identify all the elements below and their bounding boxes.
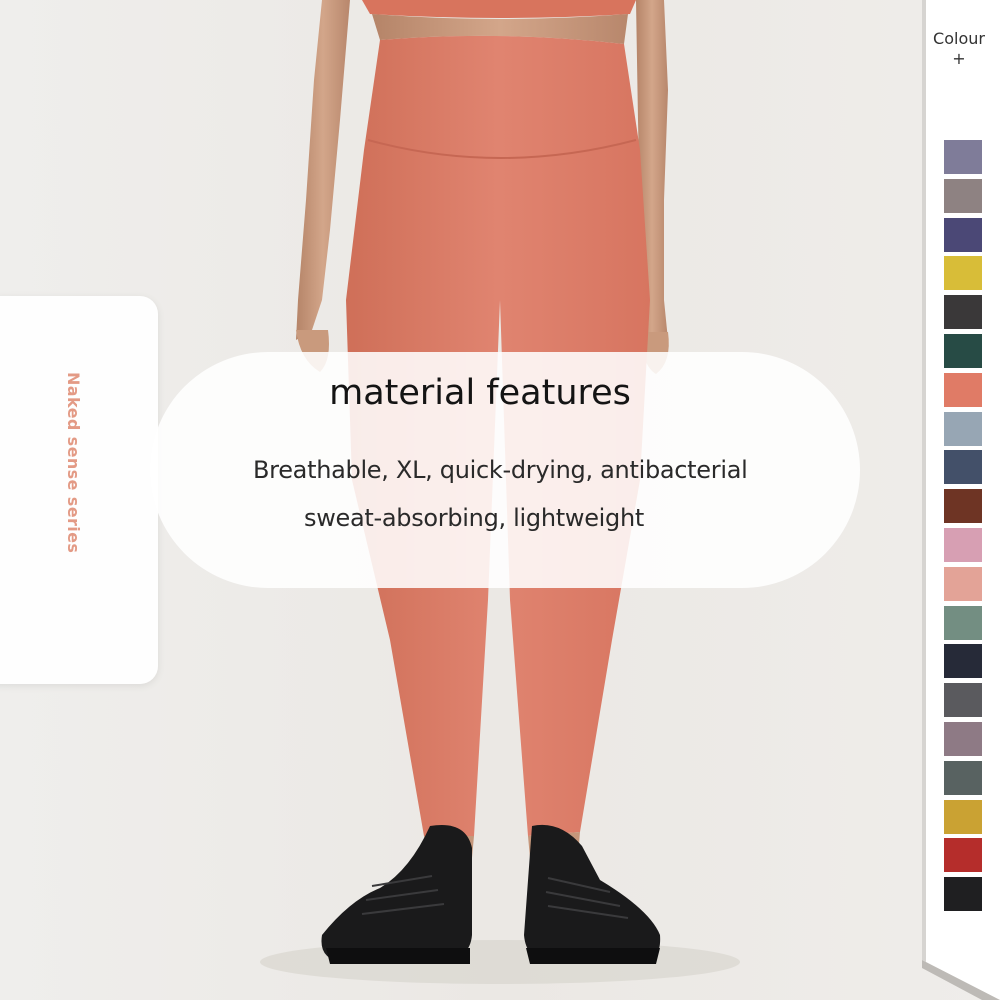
colour-swatch[interactable]: [944, 566, 982, 601]
colour-swatch[interactable]: [944, 683, 982, 718]
sports-bra: [362, 0, 636, 18]
features-line-2: sweat-absorbing, lightweight: [304, 504, 644, 532]
colour-swatch[interactable]: [944, 256, 982, 291]
colour-swatch[interactable]: [944, 527, 982, 562]
colour-swatch[interactable]: [944, 411, 982, 446]
colour-swatch[interactable]: [944, 605, 982, 640]
colour-swatch[interactable]: [944, 372, 982, 407]
colour-swatch-list: [944, 140, 982, 916]
colour-swatch[interactable]: [944, 838, 982, 873]
colour-swatch[interactable]: [944, 450, 982, 485]
colour-label: Colour: [933, 29, 985, 48]
colour-swatch[interactable]: [944, 140, 982, 174]
features-line-1: Breathable, XL, quick-drying, antibacter…: [253, 456, 748, 484]
features-title: material features: [329, 373, 631, 413]
colour-swatch[interactable]: [944, 333, 982, 368]
colour-swatch[interactable]: [944, 721, 982, 756]
colour-swatch[interactable]: [944, 217, 982, 252]
colour-swatch[interactable]: [944, 178, 982, 213]
colour-swatch[interactable]: [944, 877, 982, 912]
colour-swatch[interactable]: [944, 489, 982, 524]
colour-swatch[interactable]: [944, 644, 982, 679]
colour-plus-icon[interactable]: +: [926, 49, 992, 68]
colour-swatch[interactable]: [944, 760, 982, 795]
colour-swatch[interactable]: [944, 799, 982, 834]
colour-swatch[interactable]: [944, 295, 982, 330]
